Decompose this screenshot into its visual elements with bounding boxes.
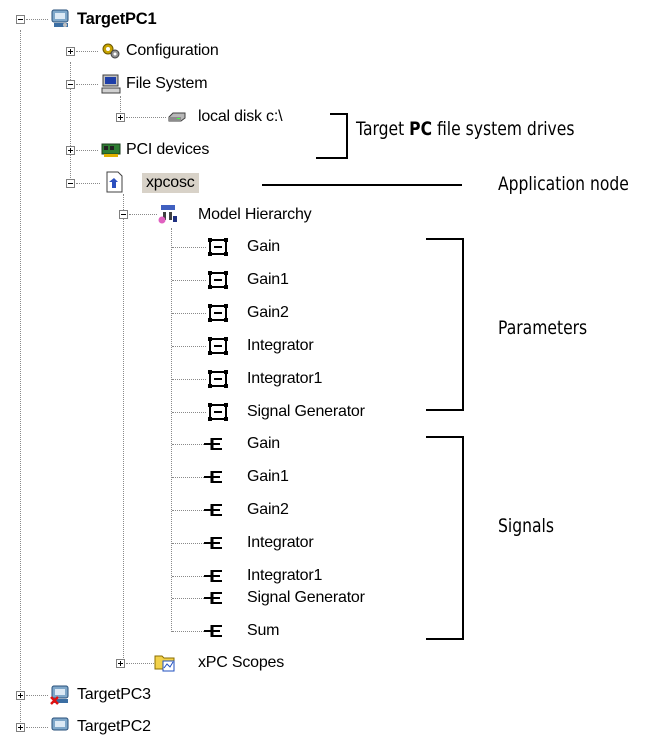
parameter-icon <box>207 269 229 291</box>
tree-connector <box>172 412 206 413</box>
tree-guide-level2 <box>123 194 124 664</box>
signal-icon <box>202 433 224 455</box>
application-node-pointer <box>262 184 462 186</box>
signals-bracket-bottom <box>426 638 464 640</box>
annotation-application-node: Application node <box>498 173 629 195</box>
file-system-tree: TargetPC1 Configuration File System loca… <box>0 0 664 735</box>
annotation-drives-bold: PC <box>409 118 433 140</box>
annotation-parameters: Parameters <box>498 317 588 339</box>
tree-connector <box>172 543 206 544</box>
tree-label-targetpc3[interactable]: TargetPC3 <box>77 685 151 705</box>
target-pc-icon <box>50 8 72 30</box>
tree-label-signal[interactable]: Gain2 <box>247 500 289 520</box>
target-pc-disconnected-icon <box>50 684 72 706</box>
tree-connector <box>172 247 206 248</box>
tree-connector <box>126 117 166 118</box>
tree-label-parameter[interactable]: Gain1 <box>247 270 289 290</box>
parameter-icon <box>207 368 229 390</box>
gears-icon <box>100 40 122 62</box>
drives-bracket-vertical <box>346 113 348 159</box>
tree-label-parameter[interactable]: Integrator1 <box>247 369 322 389</box>
tree-connector <box>172 346 206 347</box>
tree-label-parameter[interactable]: Integrator <box>247 336 314 356</box>
tree-label-signal[interactable]: Gain <box>247 434 280 454</box>
parameter-icon <box>207 236 229 258</box>
tree-label-configuration[interactable]: Configuration <box>126 41 219 61</box>
pci-card-icon <box>100 139 122 161</box>
tree-label-parameter[interactable]: Signal Generator <box>247 402 365 422</box>
tree-label-model-hierarchy[interactable]: Model Hierarchy <box>198 205 312 225</box>
signal-icon <box>202 499 224 521</box>
expander-xpcosc[interactable] <box>66 179 75 188</box>
tree-connector <box>172 280 206 281</box>
tree-connector <box>172 379 206 380</box>
tree-connector <box>172 576 206 577</box>
tree-connector <box>76 150 98 151</box>
parameters-bracket-top <box>426 238 464 240</box>
tree-connector <box>126 663 154 664</box>
tree-label-parameter[interactable]: Gain2 <box>247 303 289 323</box>
tree-label-signal[interactable]: Gain1 <box>247 467 289 487</box>
tree-connector <box>76 51 98 52</box>
drives-bracket-bottom <box>316 157 348 159</box>
expander-targetpc2[interactable] <box>16 723 25 732</box>
expander-targetpc1[interactable] <box>16 15 25 24</box>
scopes-folder-icon <box>154 651 176 673</box>
tree-connector <box>172 598 206 599</box>
parameters-bracket-vertical <box>462 238 464 411</box>
signals-bracket-vertical <box>462 436 464 640</box>
tree-label-file-system[interactable]: File System <box>126 74 208 94</box>
expander-xpc-scopes[interactable] <box>116 659 125 668</box>
model-hierarchy-icon <box>157 203 179 225</box>
tree-label-targetpc2[interactable]: TargetPC2 <box>77 717 151 737</box>
application-icon <box>104 171 126 193</box>
expander-model-hierarchy[interactable] <box>119 210 128 219</box>
tree-connector <box>172 510 206 511</box>
tree-guide-level3 <box>171 228 172 632</box>
annotation-drives-prefix: Target <box>356 118 410 140</box>
tree-label-local-disk[interactable]: local disk c:\ <box>198 107 283 127</box>
signals-bracket-top <box>426 436 464 438</box>
computer-icon <box>100 73 122 95</box>
tree-connector <box>172 444 206 445</box>
tree-connector <box>76 84 98 85</box>
annotation-drives-suffix: file system drives <box>432 118 575 140</box>
signal-icon <box>202 532 224 554</box>
expander-configuration[interactable] <box>66 47 75 56</box>
tree-connector <box>26 19 48 20</box>
tree-label-xpcosc[interactable]: xpcosc <box>142 173 199 193</box>
tree-connector <box>26 727 48 728</box>
tree-label-signal[interactable]: Integrator1 <box>247 566 322 586</box>
parameters-bracket-bottom <box>426 409 464 411</box>
signal-icon <box>202 620 224 642</box>
parameter-icon <box>207 401 229 423</box>
tree-connector <box>76 183 100 184</box>
tree-label-targetpc1[interactable]: TargetPC1 <box>77 9 157 29</box>
expander-targetpc3[interactable] <box>16 691 25 700</box>
annotation-signals: Signals <box>498 515 554 537</box>
target-pc-icon <box>50 716 72 738</box>
signal-icon <box>202 565 224 587</box>
tree-label-pci-devices[interactable]: PCI devices <box>126 140 209 160</box>
signal-icon <box>202 466 224 488</box>
disk-drive-icon <box>166 106 188 128</box>
tree-guide-root <box>20 30 21 732</box>
annotation-file-system-drives: Target PC file system drives <box>356 118 574 140</box>
parameter-icon <box>207 302 229 324</box>
tree-label-xpc-scopes[interactable]: xPC Scopes <box>198 653 284 673</box>
tree-connector <box>129 214 157 215</box>
tree-label-parameter[interactable]: Gain <box>247 237 280 257</box>
tree-connector <box>172 477 206 478</box>
expander-pci-devices[interactable] <box>66 146 75 155</box>
expander-local-disk[interactable] <box>116 113 125 122</box>
tree-connector <box>172 313 206 314</box>
parameter-icon <box>207 335 229 357</box>
expander-file-system[interactable] <box>66 80 75 89</box>
tree-label-signal[interactable]: Integrator <box>247 533 314 553</box>
tree-connector <box>26 695 48 696</box>
tree-label-signal[interactable]: Sum <box>247 621 280 641</box>
tree-label-signal[interactable]: Signal Generator <box>247 588 365 608</box>
signal-icon <box>202 587 224 609</box>
tree-connector <box>172 631 206 632</box>
